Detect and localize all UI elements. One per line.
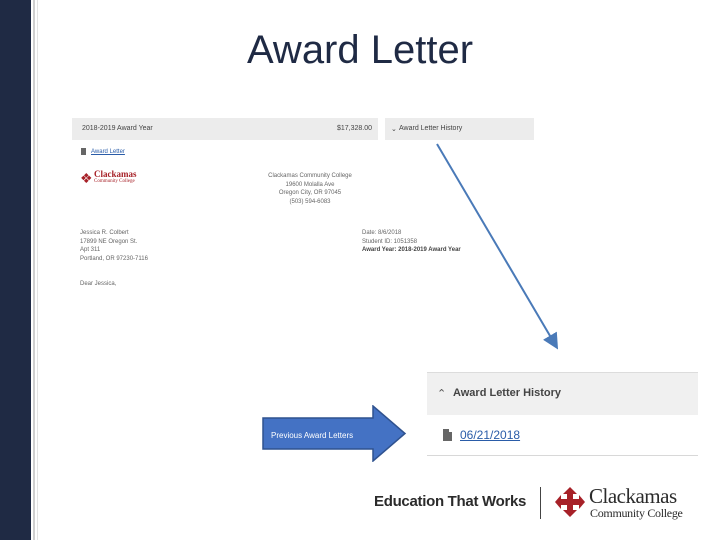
- footer-tagline: Education That Works: [374, 493, 527, 510]
- chevron-up-icon: ⌃: [437, 388, 447, 400]
- history-date-link[interactable]: 06/21/2018: [460, 428, 520, 442]
- document-icon: [443, 429, 452, 441]
- award-history-label: Award Letter History: [453, 387, 561, 399]
- list-item[interactable]: 06/21/2018: [427, 415, 698, 456]
- footer-divider: [540, 487, 541, 519]
- award-history-header[interactable]: ⌃ Award Letter History: [427, 373, 698, 415]
- callout-label: Previous Award Letters: [271, 431, 354, 440]
- footer-logo-sub: Community College: [590, 506, 683, 520]
- clackamas-logo-mark-icon: [555, 487, 585, 517]
